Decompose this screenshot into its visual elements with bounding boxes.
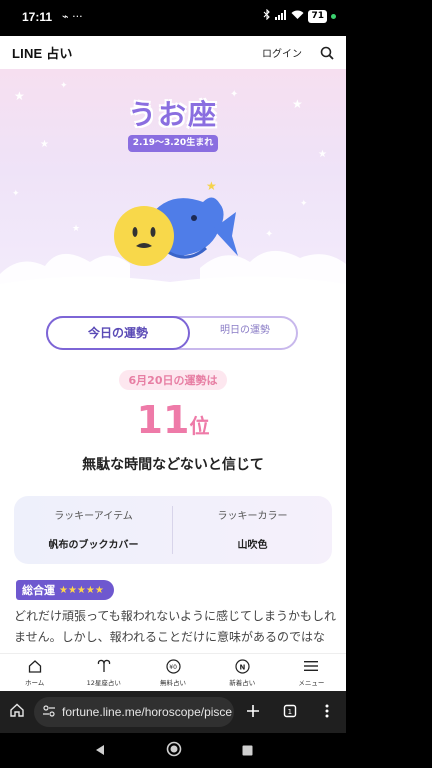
menu-icon xyxy=(277,658,346,674)
tab-switcher-icon[interactable]: 1 xyxy=(271,703,308,722)
signal-icon xyxy=(275,9,287,23)
login-link[interactable]: ログイン xyxy=(262,45,302,60)
rank-number: 11 xyxy=(136,398,190,442)
bottom-navigation: ホーム 12星座占い ¥0 無料占い N 新着占い メニュー xyxy=(0,653,346,691)
site-header: LINE 占い ログイン xyxy=(0,36,346,69)
svg-text:N: N xyxy=(239,663,245,671)
zodiac-date-range: 2.19〜3.20生まれ xyxy=(128,135,218,152)
fortune-day-tabs: 今日の運勢 明日の運勢 xyxy=(46,316,298,350)
overall-star-rating: ★★★★★ xyxy=(59,584,104,596)
nav-label: ホーム xyxy=(24,679,45,687)
nav-label: 12星座占い xyxy=(86,679,121,687)
status-time: 17:11 xyxy=(22,10,53,24)
nav-label: メニュー xyxy=(298,679,325,687)
new-icon: N xyxy=(208,658,277,674)
lucky-item: ラッキーアイテム 帆布のブックカバー xyxy=(14,496,173,564)
phone-screen: 17:11 ⌁ ··· 71 LINE 占い ログイン ★ ✦ ★ ✦ ✦ ★ … xyxy=(0,0,432,768)
overflow-menu-icon[interactable] xyxy=(308,703,345,722)
lucky-color-value: 山吹色 xyxy=(237,540,268,551)
back-icon[interactable] xyxy=(94,741,106,760)
overall-label: 総合運 xyxy=(22,584,55,597)
fortune-rank: 11位 xyxy=(0,398,346,442)
home-circle-icon[interactable] xyxy=(166,741,182,761)
wifi-icon xyxy=(291,10,304,23)
notification-icons: ⌁ ··· xyxy=(62,10,83,23)
star-decoration-icon: ★ xyxy=(72,224,81,234)
zodiac-sign-title: うお座 xyxy=(127,98,218,131)
recents-icon[interactable] xyxy=(242,741,253,760)
nav-item-home[interactable]: ホーム xyxy=(0,654,69,691)
svg-text:¥0: ¥0 xyxy=(169,664,177,671)
recording-dot-icon xyxy=(331,13,336,19)
fortune-date-label: 6月20日の運勢は xyxy=(0,369,346,390)
battery-level: 71 xyxy=(308,9,327,23)
status-bar: 17:11 ⌁ ··· 71 xyxy=(0,0,346,36)
bluetooth-icon xyxy=(263,8,271,23)
nav-item-menu[interactable]: メニュー xyxy=(277,654,346,691)
star-decoration-icon: ★ xyxy=(40,139,49,150)
fortune-headline: 無駄な時間などないと信じて xyxy=(82,457,264,473)
star-decoration-icon: ✦ xyxy=(12,189,20,199)
svg-text:1: 1 xyxy=(287,708,291,716)
nav-item-zodiac[interactable]: 12星座占い xyxy=(69,654,138,691)
fish-mascot-icon: ★ xyxy=(114,179,238,266)
lucky-color-title: ラッキーカラー xyxy=(217,511,288,522)
search-icon[interactable] xyxy=(320,46,334,60)
hero-banner: ★ ✦ ★ ✦ ✦ ★ ★ ✦ ★ ✦ うお座 2.19〜3.20生まれ ★ xyxy=(0,69,346,294)
star-decoration-icon: ✦ xyxy=(300,199,308,209)
lucky-item-value: 帆布のブックカバー xyxy=(48,540,139,551)
free-icon: ¥0 xyxy=(138,658,207,674)
svg-text:★: ★ xyxy=(206,179,217,193)
fortune-date-text: 6月20日の運勢は xyxy=(118,370,228,390)
star-decoration-icon: ✦ xyxy=(60,81,68,91)
lucky-color: ラッキーカラー 山吹色 xyxy=(173,496,332,564)
rank-unit: 位 xyxy=(189,414,210,438)
nav-item-free[interactable]: ¥0 無料占い xyxy=(138,654,207,691)
site-settings-icon[interactable] xyxy=(42,704,56,720)
web-page: LINE 占い ログイン ★ ✦ ★ ✦ ✦ ★ ★ ✦ ★ ✦ うお座 2.1… xyxy=(0,36,346,691)
url-text: fortune.line.me/horoscope/pisce xyxy=(62,705,233,719)
overall-fortune-badge: 総合運 ★★★★★ xyxy=(16,579,114,600)
site-logo[interactable]: LINE 占い xyxy=(12,43,73,62)
aries-icon xyxy=(69,658,138,674)
home-icon xyxy=(0,658,69,674)
browser-home-icon[interactable] xyxy=(0,702,34,722)
new-tab-plus-icon[interactable] xyxy=(234,703,271,722)
tab-tomorrow[interactable]: 明日の運勢 xyxy=(190,316,300,350)
system-navigation-bar xyxy=(0,733,346,768)
star-decoration-icon: ★ xyxy=(318,149,327,160)
browser-address-bar: fortune.line.me/horoscope/pisce 1 xyxy=(0,691,346,733)
nav-item-new[interactable]: N 新着占い xyxy=(208,654,277,691)
tab-today[interactable]: 今日の運勢 xyxy=(46,316,190,350)
nav-label: 無料占い xyxy=(160,679,186,687)
url-field[interactable]: fortune.line.me/horoscope/pisce xyxy=(34,697,234,727)
nav-label: 新着占い xyxy=(229,679,256,687)
lucky-box: ラッキーアイテム 帆布のブックカバー ラッキーカラー 山吹色 xyxy=(14,496,332,564)
lucky-item-title: ラッキーアイテム xyxy=(54,511,133,522)
